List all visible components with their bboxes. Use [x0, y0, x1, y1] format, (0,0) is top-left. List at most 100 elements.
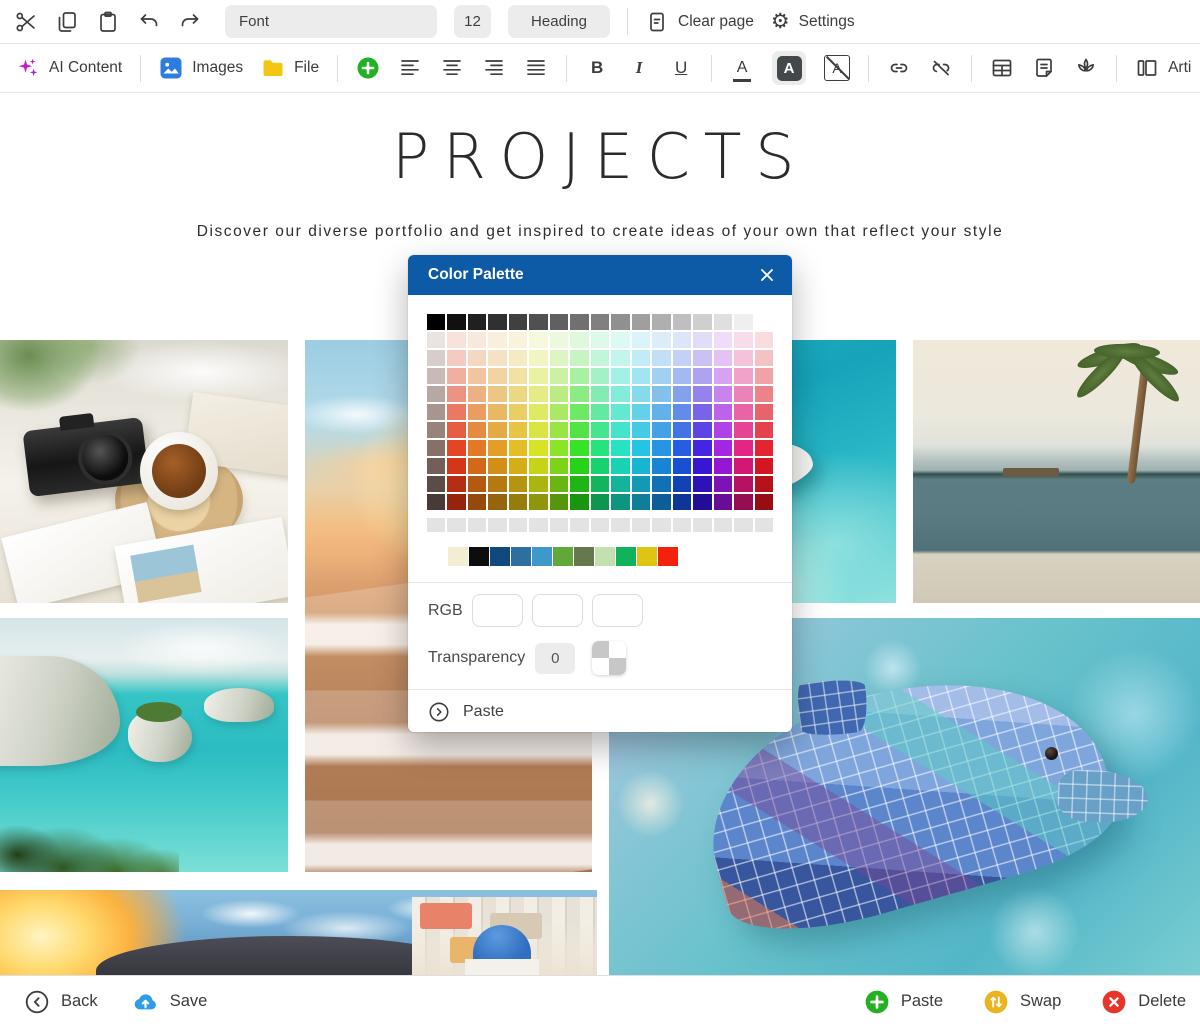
- palette-swatch[interactable]: [509, 314, 527, 330]
- palette-swatch[interactable]: [673, 386, 691, 402]
- palette-swatch[interactable]: [570, 314, 588, 330]
- align-right-button[interactable]: [482, 56, 506, 80]
- palette-swatch[interactable]: [632, 368, 650, 384]
- palette-swatch[interactable]: [550, 386, 568, 402]
- photo-infinity-pool[interactable]: [913, 340, 1200, 603]
- palette-swatch[interactable]: [714, 494, 732, 510]
- palette-swatch[interactable]: [658, 547, 678, 566]
- palette-swatch[interactable]: [553, 547, 573, 566]
- palette-swatch[interactable]: [427, 494, 445, 510]
- palette-swatch[interactable]: [427, 422, 445, 438]
- palette-swatch[interactable]: [529, 422, 547, 438]
- palette-swatch[interactable]: [509, 332, 527, 348]
- palette-swatch[interactable]: [673, 314, 691, 330]
- palette-swatch[interactable]: [529, 368, 547, 384]
- palette-swatch[interactable]: [673, 404, 691, 420]
- palette-swatch[interactable]: [591, 458, 609, 474]
- palette-swatch[interactable]: [447, 476, 465, 492]
- palette-swatch[interactable]: [693, 494, 711, 510]
- palette-swatch[interactable]: [488, 458, 506, 474]
- palette-swatch[interactable]: [714, 386, 732, 402]
- palette-swatch[interactable]: [693, 458, 711, 474]
- palette-swatch[interactable]: [632, 386, 650, 402]
- palette-swatch[interactable]: [632, 476, 650, 492]
- palette-swatch[interactable]: [427, 368, 445, 384]
- palette-swatch[interactable]: [488, 518, 506, 532]
- copy-button[interactable]: [55, 10, 79, 34]
- palette-swatch[interactable]: [632, 494, 650, 510]
- insert-table-button[interactable]: [990, 56, 1014, 80]
- palette-swatch[interactable]: [673, 368, 691, 384]
- palette-swatch[interactable]: [427, 332, 445, 348]
- palette-swatch[interactable]: [509, 476, 527, 492]
- palette-swatch[interactable]: [591, 350, 609, 366]
- palette-swatch[interactable]: [632, 458, 650, 474]
- palette-swatch[interactable]: [714, 458, 732, 474]
- highlight-color-button[interactable]: A: [772, 51, 806, 85]
- palette-swatch[interactable]: [427, 386, 445, 402]
- palette-swatch[interactable]: [529, 332, 547, 348]
- palette-swatch[interactable]: [509, 350, 527, 366]
- palette-swatch[interactable]: [652, 332, 670, 348]
- clear-formatting-button[interactable]: A: [824, 55, 850, 81]
- align-center-button[interactable]: [440, 56, 464, 80]
- palette-swatch[interactable]: [755, 476, 773, 492]
- palette-swatch[interactable]: [509, 368, 527, 384]
- photo-santorini-sunset[interactable]: [0, 890, 597, 975]
- palette-swatch[interactable]: [611, 458, 629, 474]
- palette-swatch[interactable]: [532, 547, 552, 566]
- palette-swatch[interactable]: [447, 404, 465, 420]
- palette-swatch[interactable]: [447, 494, 465, 510]
- palette-swatch[interactable]: [550, 476, 568, 492]
- palette-swatch[interactable]: [570, 494, 588, 510]
- palette-swatch[interactable]: [591, 518, 609, 532]
- palette-swatch[interactable]: [673, 518, 691, 532]
- palette-swatch[interactable]: [591, 404, 609, 420]
- palette-swatch[interactable]: [447, 332, 465, 348]
- palette-swatch[interactable]: [447, 518, 465, 532]
- palette-swatch[interactable]: [488, 440, 506, 456]
- palette-swatch[interactable]: [673, 458, 691, 474]
- palette-swatch[interactable]: [673, 476, 691, 492]
- palette-swatch[interactable]: [427, 458, 445, 474]
- palette-swatch[interactable]: [755, 350, 773, 366]
- palette-swatch[interactable]: [611, 386, 629, 402]
- palette-swatch[interactable]: [611, 332, 629, 348]
- palette-swatch[interactable]: [488, 494, 506, 510]
- palette-swatch[interactable]: [693, 404, 711, 420]
- transparency-checker-icon[interactable]: [592, 641, 626, 675]
- palette-swatch[interactable]: [427, 440, 445, 456]
- palette-swatch[interactable]: [488, 476, 506, 492]
- palette-swatch[interactable]: [693, 350, 711, 366]
- palette-swatch[interactable]: [591, 386, 609, 402]
- palette-swatch[interactable]: [488, 404, 506, 420]
- bold-button[interactable]: B: [585, 58, 609, 78]
- palette-swatch[interactable]: [714, 422, 732, 438]
- palette-swatch[interactable]: [591, 314, 609, 330]
- photo-turquoise-cliffs[interactable]: [0, 618, 288, 872]
- font-family-select[interactable]: Font: [225, 5, 437, 38]
- palette-swatch[interactable]: [529, 314, 547, 330]
- palette-swatch[interactable]: [734, 368, 752, 384]
- palette-swatch[interactable]: [468, 518, 486, 532]
- palette-swatch[interactable]: [673, 422, 691, 438]
- article-layout-button[interactable]: Arti: [1135, 56, 1191, 80]
- palette-swatch[interactable]: [447, 386, 465, 402]
- palette-swatch[interactable]: [468, 476, 486, 492]
- palette-swatch[interactable]: [755, 314, 773, 330]
- palette-swatch[interactable]: [611, 440, 629, 456]
- palette-swatch[interactable]: [734, 314, 752, 330]
- redo-button[interactable]: [178, 10, 202, 34]
- palette-swatch[interactable]: [755, 332, 773, 348]
- rgb-red-input[interactable]: [472, 594, 523, 627]
- cut-button[interactable]: [14, 10, 38, 34]
- palette-swatch[interactable]: [550, 494, 568, 510]
- palette-swatch[interactable]: [714, 314, 732, 330]
- palette-swatch[interactable]: [468, 422, 486, 438]
- palette-swatch[interactable]: [714, 350, 732, 366]
- palette-swatch[interactable]: [488, 350, 506, 366]
- palette-swatch[interactable]: [632, 332, 650, 348]
- palette-swatch[interactable]: [714, 440, 732, 456]
- palette-swatch[interactable]: [490, 547, 510, 566]
- palette-swatch[interactable]: [714, 518, 732, 532]
